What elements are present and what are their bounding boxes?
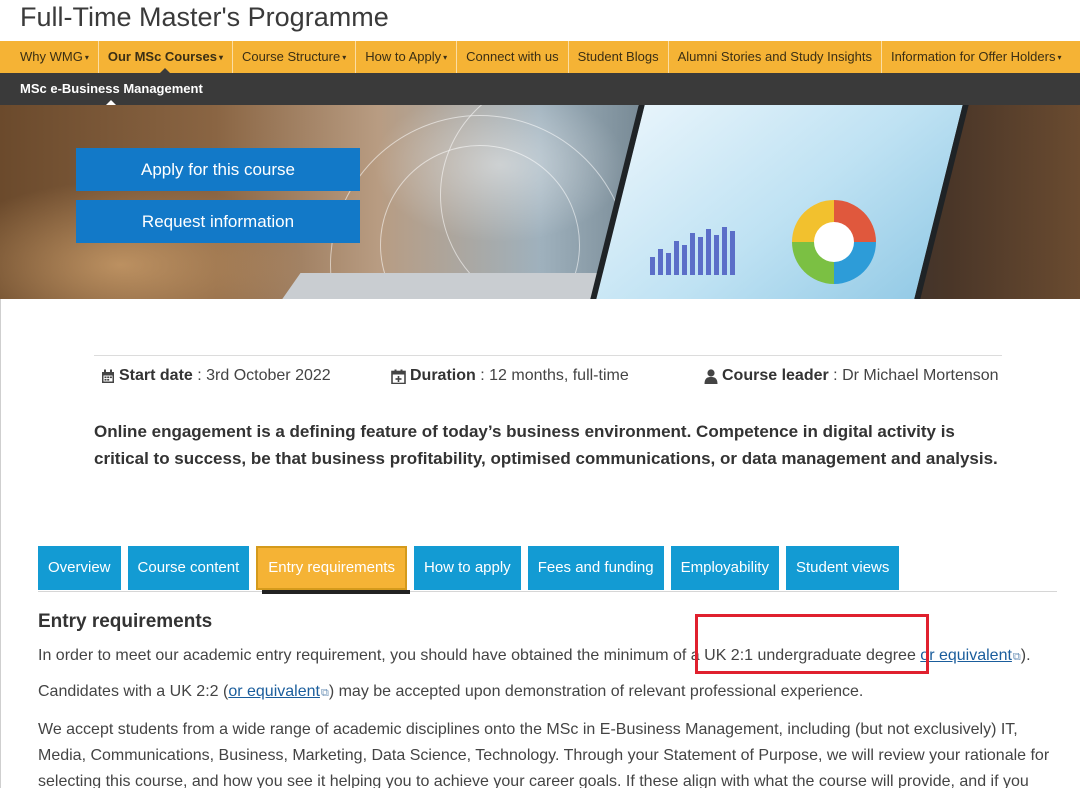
hero-bar — [722, 227, 727, 275]
course-intro: Online engagement is a defining feature … — [94, 422, 998, 468]
hero-laptop-screen — [578, 105, 972, 299]
page-title: Full-Time Master's Programme — [20, 2, 389, 32]
fact-label: Course leader — [722, 367, 829, 384]
hero-bar — [714, 235, 719, 275]
nav-item-offer-holders[interactable]: Information for Offer Holders ▾ — [882, 41, 1071, 73]
tab-how-to-apply[interactable]: How to apply — [413, 546, 521, 590]
duration-fact: Duration : 12 months, full-time — [391, 367, 629, 385]
sub-nav-item-msc-ebusiness[interactable]: MSc e-Business Management — [20, 73, 203, 105]
external-link-icon: ⧉ — [1012, 651, 1021, 663]
site-header: Full-Time Master's Programme — [0, 0, 1080, 41]
calendar-plus-icon — [391, 369, 406, 384]
paragraph-text: Candidates with a UK 2:2 ( — [38, 683, 229, 700]
fact-label: Start date — [119, 367, 193, 384]
highlight-annotation-box — [695, 614, 929, 674]
tab-overview[interactable]: Overview — [38, 546, 121, 590]
nav-label: Our MSc Courses — [107, 49, 217, 64]
divider — [94, 355, 1002, 356]
calendar-icon — [102, 369, 114, 383]
nav-label: Connect with us — [466, 49, 559, 64]
hero-bar — [674, 241, 679, 275]
hero-bar — [682, 245, 687, 275]
external-link-icon: ⧉ — [320, 687, 329, 699]
chevron-down-icon: ▾ — [218, 52, 223, 62]
or-equivalent-link[interactable]: or equivalent — [920, 647, 1012, 664]
uk-22-paragraph: Candidates with a UK 2:2 (or equivalent⧉… — [38, 679, 863, 706]
hero-bar — [658, 249, 663, 275]
duration-value: 12 months, full-time — [489, 367, 629, 384]
hero-bar — [698, 237, 703, 275]
tabs-divider — [38, 591, 1057, 592]
course-leader-value: Dr Michael Mortenson — [842, 367, 999, 384]
nav-label: Information for Offer Holders — [890, 49, 1056, 64]
chevron-down-icon: ▾ — [443, 52, 448, 62]
fact-label: Duration — [410, 367, 476, 384]
course-leader-fact: Course leader : Dr Michael Mortenson — [704, 367, 999, 385]
user-icon — [704, 368, 718, 384]
nav-label: Student Blogs — [577, 49, 659, 64]
tab-course-content[interactable]: Course content — [127, 546, 250, 590]
hero-bar — [706, 229, 711, 275]
disciplines-paragraph: We accept students from a wide range of … — [38, 721, 1050, 788]
chevron-down-icon: ▾ — [342, 52, 347, 62]
fact-separator: : — [828, 367, 843, 384]
paragraph-text: ) may be accepted upon demonstration of … — [328, 683, 864, 700]
content-left-border — [0, 299, 1, 788]
nav-item-student-blogs[interactable]: Student Blogs — [569, 41, 669, 73]
nav-label: Alumni Stories and Study Insights — [677, 49, 872, 64]
tab-entry-requirements[interactable]: Entry requirements — [256, 546, 407, 590]
course-tabs: Overview Course content Entry requiremen… — [38, 546, 906, 592]
nav-item-course-structure[interactable]: Course Structure ▾ — [233, 41, 357, 73]
tab-fees-and-funding[interactable]: Fees and funding — [527, 546, 664, 590]
start-date-fact: Start date : 3rd October 2022 — [101, 367, 331, 385]
chevron-down-icon: ▾ — [1057, 52, 1062, 62]
hero-bar-graphic — [650, 225, 750, 275]
nav-item-alumni-stories[interactable]: Alumni Stories and Study Insights — [669, 41, 882, 73]
sub-nav: MSc e-Business Management — [0, 73, 1080, 105]
hero-bar — [690, 233, 695, 275]
nav-label: Why WMG — [20, 49, 83, 64]
request-information-button[interactable]: Request information — [76, 200, 360, 243]
active-tab-indicator — [262, 590, 410, 594]
nav-item-connect-with-us[interactable]: Connect with us — [457, 41, 569, 73]
nav-label: How to Apply — [365, 49, 442, 64]
tab-student-views[interactable]: Student views — [785, 546, 900, 590]
start-date-value: 3rd October 2022 — [206, 367, 331, 384]
chevron-down-icon: ▾ — [84, 52, 89, 62]
nav-label: Course Structure — [241, 49, 341, 64]
tab-employability[interactable]: Employability — [670, 546, 779, 590]
nav-item-our-msc-courses[interactable]: Our MSc Courses ▾ — [99, 41, 233, 73]
nav-item-how-to-apply[interactable]: How to Apply ▾ — [356, 41, 458, 73]
nav-item-why-wmg[interactable]: Why WMG ▾ — [0, 41, 99, 73]
or-equivalent-link[interactable]: or equivalent — [228, 683, 320, 700]
paragraph-text: ). — [1020, 647, 1031, 664]
hero-bar — [650, 257, 655, 275]
hero-cycle-graphic — [792, 200, 876, 284]
fact-separator: : — [475, 367, 490, 384]
hero-bar — [730, 231, 735, 275]
fact-separator: : — [192, 367, 207, 384]
apply-for-course-button[interactable]: Apply for this course — [76, 148, 360, 191]
main-nav: Why WMG ▾ Our MSc Courses ▾ Course Structu… — [0, 41, 1080, 73]
section-title: Entry requirements — [38, 611, 213, 632]
hero-bar — [666, 253, 671, 275]
